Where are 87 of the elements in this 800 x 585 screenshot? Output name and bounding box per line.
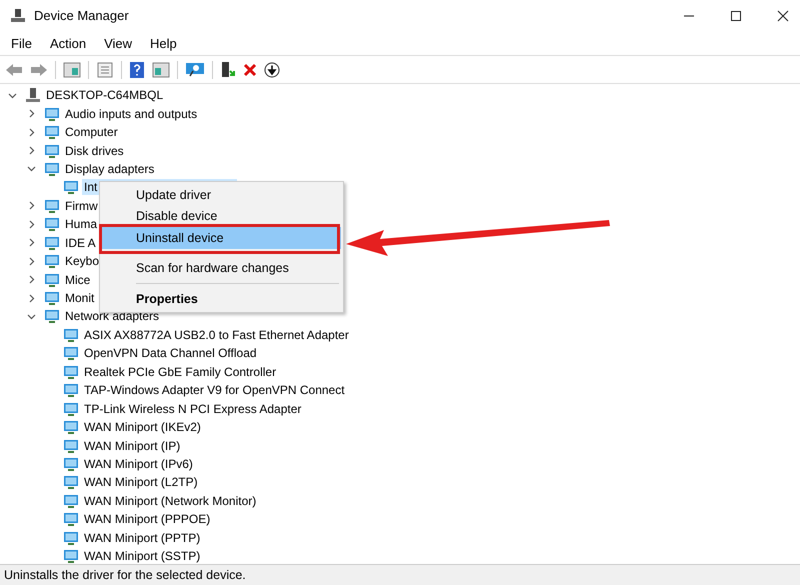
device-manager-icon [10, 8, 26, 24]
chevron-right-icon[interactable] [27, 256, 36, 266]
status-bar-text: Uninstalls the driver for the selected device. [0, 564, 800, 585]
monitor-icon [44, 142, 60, 159]
chevron-right-icon[interactable] [27, 146, 36, 156]
tree-item[interactable]: WAN Miniport (PPTP) [82, 530, 202, 546]
menu-item[interactable]: Uninstall device [102, 227, 341, 248]
monitor-search-icon[interactable] [185, 62, 205, 78]
monitor-icon [44, 234, 60, 251]
tree-item[interactable]: Audio inputs and outputs [63, 106, 200, 122]
window-pane-icon[interactable] [63, 62, 81, 78]
back-arrow-icon[interactable] [5, 62, 23, 76]
monitor-icon [44, 160, 60, 177]
monitor-icon [63, 438, 79, 454]
monitor-icon [63, 364, 79, 380]
monitor-icon [63, 492, 79, 509]
chevron-right-icon[interactable] [27, 238, 36, 248]
tree-item[interactable]: Mice [63, 272, 92, 288]
chevron-right-icon[interactable] [27, 128, 36, 137]
close-icon[interactable] [777, 10, 789, 22]
monitor-icon [63, 419, 79, 436]
tree-item[interactable]: OpenVPN Data Channel Offload [82, 345, 259, 362]
monitor-icon [44, 253, 60, 270]
device-add-icon[interactable] [220, 60, 236, 78]
chevron-right-icon[interactable] [27, 294, 36, 303]
delete-x-icon[interactable] [243, 62, 257, 76]
tree-item[interactable]: Disk drives [63, 142, 126, 159]
chevron-right-icon[interactable] [27, 201, 36, 210]
tree-item[interactable]: Monit [63, 290, 96, 306]
tree-item[interactable]: ASIX AX88772A USB2.0 to Fast Ethernet Adapter [82, 326, 351, 343]
menu-item[interactable]: Update driver [102, 184, 341, 206]
tree-item[interactable]: Network adapters [63, 308, 162, 324]
monitor-icon [63, 511, 79, 528]
monitor-icon [63, 345, 79, 362]
monitor-icon [63, 400, 79, 417]
tree-item[interactable]: Realtek PCIe GbE Family Controller [82, 364, 278, 380]
monitor-icon [44, 106, 60, 122]
monitor-icon [63, 548, 79, 564]
window-title: Device Manager [34, 8, 129, 23]
download-circle-icon[interactable] [264, 62, 280, 78]
tree-item[interactable]: WAN Miniport (IP) [82, 438, 182, 454]
monitor-icon [63, 474, 79, 490]
monitor-icon [63, 382, 79, 398]
tree-item[interactable]: IDE A [63, 234, 98, 251]
tree-item[interactable]: Computer [63, 124, 120, 140]
tree-item[interactable]: TAP-Windows Adapter V9 for OpenVPN Connect [82, 382, 347, 398]
menu-item[interactable]: Help [150, 36, 177, 50]
chevron-right-icon[interactable] [27, 275, 36, 284]
tree-item[interactable]: WAN Miniport (IKEv2) [82, 419, 203, 436]
tree-item[interactable]: TP-Link Wireless N PCI Express Adapter [82, 400, 304, 417]
help-icon[interactable] [129, 60, 145, 78]
menu-item[interactable]: Properties [102, 288, 341, 310]
tree-item[interactable]: WAN Miniport (PPPOE) [82, 511, 212, 528]
monitor-icon [63, 456, 79, 472]
tree-item[interactable]: WAN Miniport (Network Monitor) [82, 492, 258, 509]
tree-item[interactable]: Firmw [63, 198, 100, 214]
menu-item[interactable]: Scan for hardware changes [102, 258, 341, 279]
monitor-icon [63, 179, 79, 196]
tree-item[interactable]: Display adapters [63, 160, 156, 177]
chevron-right-icon[interactable] [27, 109, 36, 118]
maximize-icon[interactable] [730, 10, 742, 22]
computer-icon [25, 87, 41, 104]
monitor-icon [44, 290, 60, 306]
menu-item[interactable]: Action [50, 36, 86, 50]
tree-item[interactable]: WAN Miniport (L2TP) [82, 474, 200, 490]
monitor-icon [44, 216, 60, 232]
chevron-down-icon[interactable] [8, 90, 17, 100]
monitor-icon [63, 326, 79, 343]
document-icon[interactable] [96, 62, 114, 78]
menu-item[interactable]: View [104, 36, 132, 50]
menu-item[interactable]: File [11, 36, 32, 50]
monitor-icon [44, 198, 60, 214]
menu-item[interactable]: Disable device [102, 206, 341, 227]
tree-item[interactable]: Keybo [63, 253, 102, 270]
tree-item[interactable]: DESKTOP-C64MBQL [44, 87, 166, 104]
monitor-icon [63, 530, 79, 546]
chevron-right-icon[interactable] [27, 220, 36, 229]
chevron-down-icon[interactable] [27, 164, 36, 174]
monitor-icon [44, 308, 60, 324]
tree-item[interactable]: Huma [63, 216, 100, 232]
chevron-down-icon[interactable] [27, 312, 36, 321]
forward-arrow-icon[interactable] [30, 62, 48, 76]
monitor-icon [44, 124, 60, 140]
monitor-icon [44, 272, 60, 288]
window-pane-icon[interactable] [152, 62, 170, 78]
tree-item[interactable]: WAN Miniport (SSTP) [82, 548, 202, 564]
tree-item[interactable]: WAN Miniport (IPv6) [82, 456, 195, 472]
